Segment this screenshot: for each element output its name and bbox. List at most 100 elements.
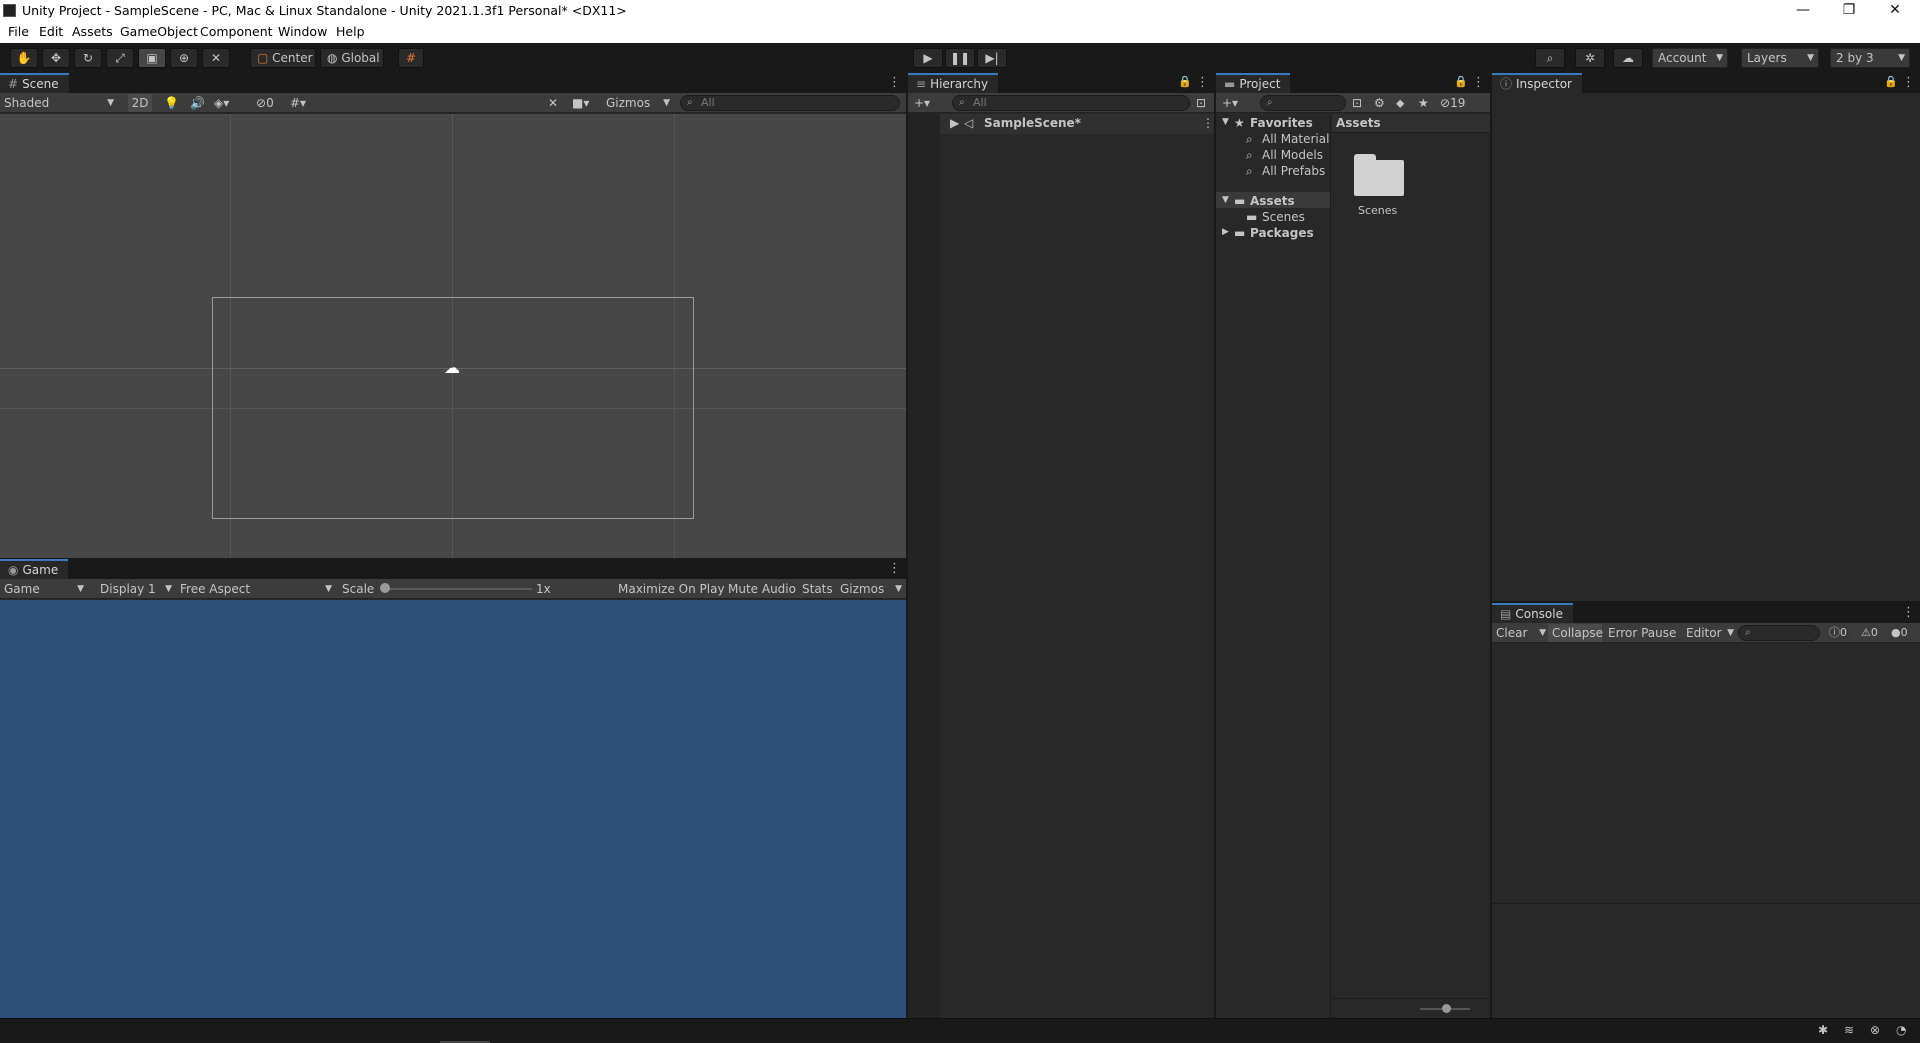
- menu-assets[interactable]: Assets: [72, 24, 113, 39]
- scenes-tree-item[interactable]: Scenes: [1262, 210, 1305, 224]
- step-button[interactable]: ▶|: [977, 48, 1007, 68]
- services-button[interactable]: ✲: [1575, 48, 1605, 68]
- grid-header-label[interactable]: Assets: [1336, 116, 1381, 130]
- scene-row-kebab-icon[interactable]: ⋮: [1202, 116, 1214, 130]
- lighting-toggle[interactable]: 💡: [164, 94, 179, 112]
- favorite-button[interactable]: ★: [1418, 94, 1429, 112]
- create-dropdown[interactable]: +▾: [914, 94, 930, 112]
- scenes-folder-label[interactable]: Scenes: [1358, 204, 1397, 217]
- tab-scene[interactable]: # Scene: [0, 73, 69, 93]
- play-button[interactable]: ▶: [913, 48, 943, 68]
- camera-gizmo-icon[interactable]: ☁: [444, 358, 460, 377]
- menu-component[interactable]: Component: [200, 24, 273, 39]
- display-dropdown[interactable]: Display 1 ▼: [100, 580, 174, 598]
- tab-hierarchy[interactable]: ≡ Hierarchy: [908, 73, 999, 93]
- fav-all-models[interactable]: All Models: [1262, 148, 1323, 162]
- lock-icon[interactable]: 🔒: [1178, 75, 1192, 88]
- toggle-2d-button[interactable]: 2D: [128, 94, 152, 112]
- collapse-toggle[interactable]: Collapse: [1548, 624, 1603, 642]
- project-search-field[interactable]: ⌕: [1260, 95, 1346, 111]
- audio-toggle[interactable]: 🔊: [190, 94, 205, 112]
- mute-audio-toggle[interactable]: Mute Audio: [728, 580, 796, 598]
- grid-snap-button[interactable]: #: [398, 48, 424, 68]
- minimize-button[interactable]: —: [1780, 0, 1826, 22]
- hierarchy-scene-row[interactable]: ▶ ◁ SampleScene* ⋮: [940, 114, 1214, 134]
- layout-dropdown[interactable]: 2 by 3 ▼: [1830, 48, 1910, 68]
- scale-slider-track[interactable]: [380, 588, 532, 590]
- auto-generate-icon[interactable]: ◔: [1896, 1023, 1906, 1037]
- scale-slider-thumb[interactable]: [380, 583, 390, 593]
- hand-tool-button[interactable]: ✋: [10, 48, 38, 68]
- project-kebab-icon[interactable]: ⋮: [1472, 75, 1485, 90]
- search-button[interactable]: ⌕: [1535, 48, 1565, 68]
- assets-label[interactable]: Assets: [1250, 194, 1295, 208]
- project-create-dropdown[interactable]: +▾: [1222, 94, 1238, 112]
- grid-visibility-dropdown[interactable]: #▾: [290, 94, 306, 112]
- game-view-dropdown[interactable]: Game ▼: [4, 580, 86, 598]
- tab-project[interactable]: ▬ Project: [1216, 73, 1291, 93]
- camera-dropdown[interactable]: ■▾: [572, 94, 589, 112]
- menu-window[interactable]: Window: [278, 24, 327, 39]
- menu-gameobject[interactable]: GameObject: [120, 24, 198, 39]
- pivot-space-button[interactable]: ◍ Global: [320, 48, 384, 68]
- transform-tool-button[interactable]: ⊕: [170, 48, 198, 68]
- search-type-button[interactable]: ⊡: [1352, 94, 1362, 112]
- tools-toggle[interactable]: ✕: [548, 94, 558, 112]
- game-gizmos-dropdown[interactable]: Gizmos ▼: [840, 580, 904, 598]
- error-pause-toggle[interactable]: Error Pause: [1608, 624, 1676, 642]
- scene-search-field[interactable]: ⌕ All: [680, 95, 900, 111]
- error-count-toggle[interactable]: ●0: [1888, 625, 1911, 641]
- pause-button[interactable]: ❚❚: [945, 48, 975, 68]
- console-search-field[interactable]: ⌕: [1738, 625, 1820, 641]
- lock-icon[interactable]: 🔒: [1454, 75, 1468, 88]
- scene-search-button[interactable]: ⊡: [1196, 94, 1206, 112]
- pivot-mode-button[interactable]: ▢ Center: [250, 48, 316, 68]
- rect-tool-button[interactable]: ▣: [138, 48, 166, 68]
- collapse-arrow-icon[interactable]: ▼: [1222, 195, 1229, 205]
- console-kebab-icon[interactable]: ⋮: [1902, 605, 1915, 620]
- game-viewport[interactable]: [0, 600, 906, 1018]
- game-kebab-icon[interactable]: ⋮: [888, 561, 901, 576]
- debug-icon[interactable]: ✱: [1818, 1023, 1828, 1037]
- lock-icon[interactable]: 🔒: [1884, 75, 1898, 88]
- project-visibility-toggle[interactable]: ⊘19: [1440, 94, 1465, 112]
- log-count-toggle[interactable]: ⓘ0: [1826, 625, 1850, 641]
- draw-mode-dropdown[interactable]: Shaded ▼: [4, 94, 116, 112]
- scene-viewport[interactable]: ☁: [0, 114, 906, 558]
- filter-label-button[interactable]: ⬥: [1396, 94, 1404, 112]
- tab-console[interactable]: ▤ Console: [1492, 603, 1573, 623]
- filter-type-button[interactable]: ⚙: [1374, 94, 1385, 112]
- stats-toggle[interactable]: Stats: [802, 580, 833, 598]
- maximize-on-play-toggle[interactable]: Maximize On Play: [618, 580, 725, 598]
- maximize-button[interactable]: ❐: [1826, 0, 1872, 22]
- expand-arrow-icon[interactable]: ▶: [950, 116, 959, 130]
- icon-size-slider-thumb[interactable]: [1442, 1004, 1451, 1013]
- collapse-arrow-icon[interactable]: ▼: [1222, 117, 1229, 127]
- network-icon[interactable]: ⊗: [1870, 1023, 1880, 1037]
- menu-file[interactable]: File: [8, 24, 29, 39]
- scene-gizmos-dropdown[interactable]: Gizmos ▼: [606, 94, 670, 112]
- warning-count-toggle[interactable]: ⚠0: [1858, 625, 1881, 641]
- fav-all-materials[interactable]: All Materials: [1262, 132, 1330, 146]
- scale-tool-button[interactable]: ⤢: [106, 48, 134, 68]
- expand-arrow-icon[interactable]: ▶: [1222, 227, 1229, 237]
- packages-label[interactable]: Packages: [1250, 226, 1314, 240]
- hierarchy-kebab-icon[interactable]: ⋮: [1196, 75, 1209, 90]
- account-dropdown[interactable]: Account ▼: [1652, 48, 1728, 68]
- effects-dropdown[interactable]: ◈▾: [214, 94, 229, 112]
- favorites-label[interactable]: Favorites: [1250, 116, 1313, 130]
- move-tool-button[interactable]: ✥: [42, 48, 70, 68]
- editor-dropdown[interactable]: Editor ▼: [1686, 624, 1734, 642]
- inspector-kebab-icon[interactable]: ⋮: [1902, 75, 1915, 90]
- console-splitter[interactable]: [1492, 903, 1920, 904]
- menu-help[interactable]: Help: [336, 24, 365, 39]
- clear-dropdown[interactable]: Clear ▼: [1496, 624, 1546, 642]
- tab-inspector[interactable]: ⓘ Inspector: [1492, 73, 1582, 93]
- hierarchy-search-field[interactable]: ⌕ All: [952, 95, 1190, 111]
- cloud-button[interactable]: ☁: [1613, 48, 1643, 68]
- tab-game[interactable]: ◉ Game: [0, 559, 69, 579]
- menu-edit[interactable]: Edit: [39, 24, 63, 39]
- layers-dropdown[interactable]: Layers ▼: [1741, 48, 1819, 68]
- cache-icon[interactable]: ≋: [1844, 1023, 1854, 1037]
- rotate-tool-button[interactable]: ↻: [74, 48, 102, 68]
